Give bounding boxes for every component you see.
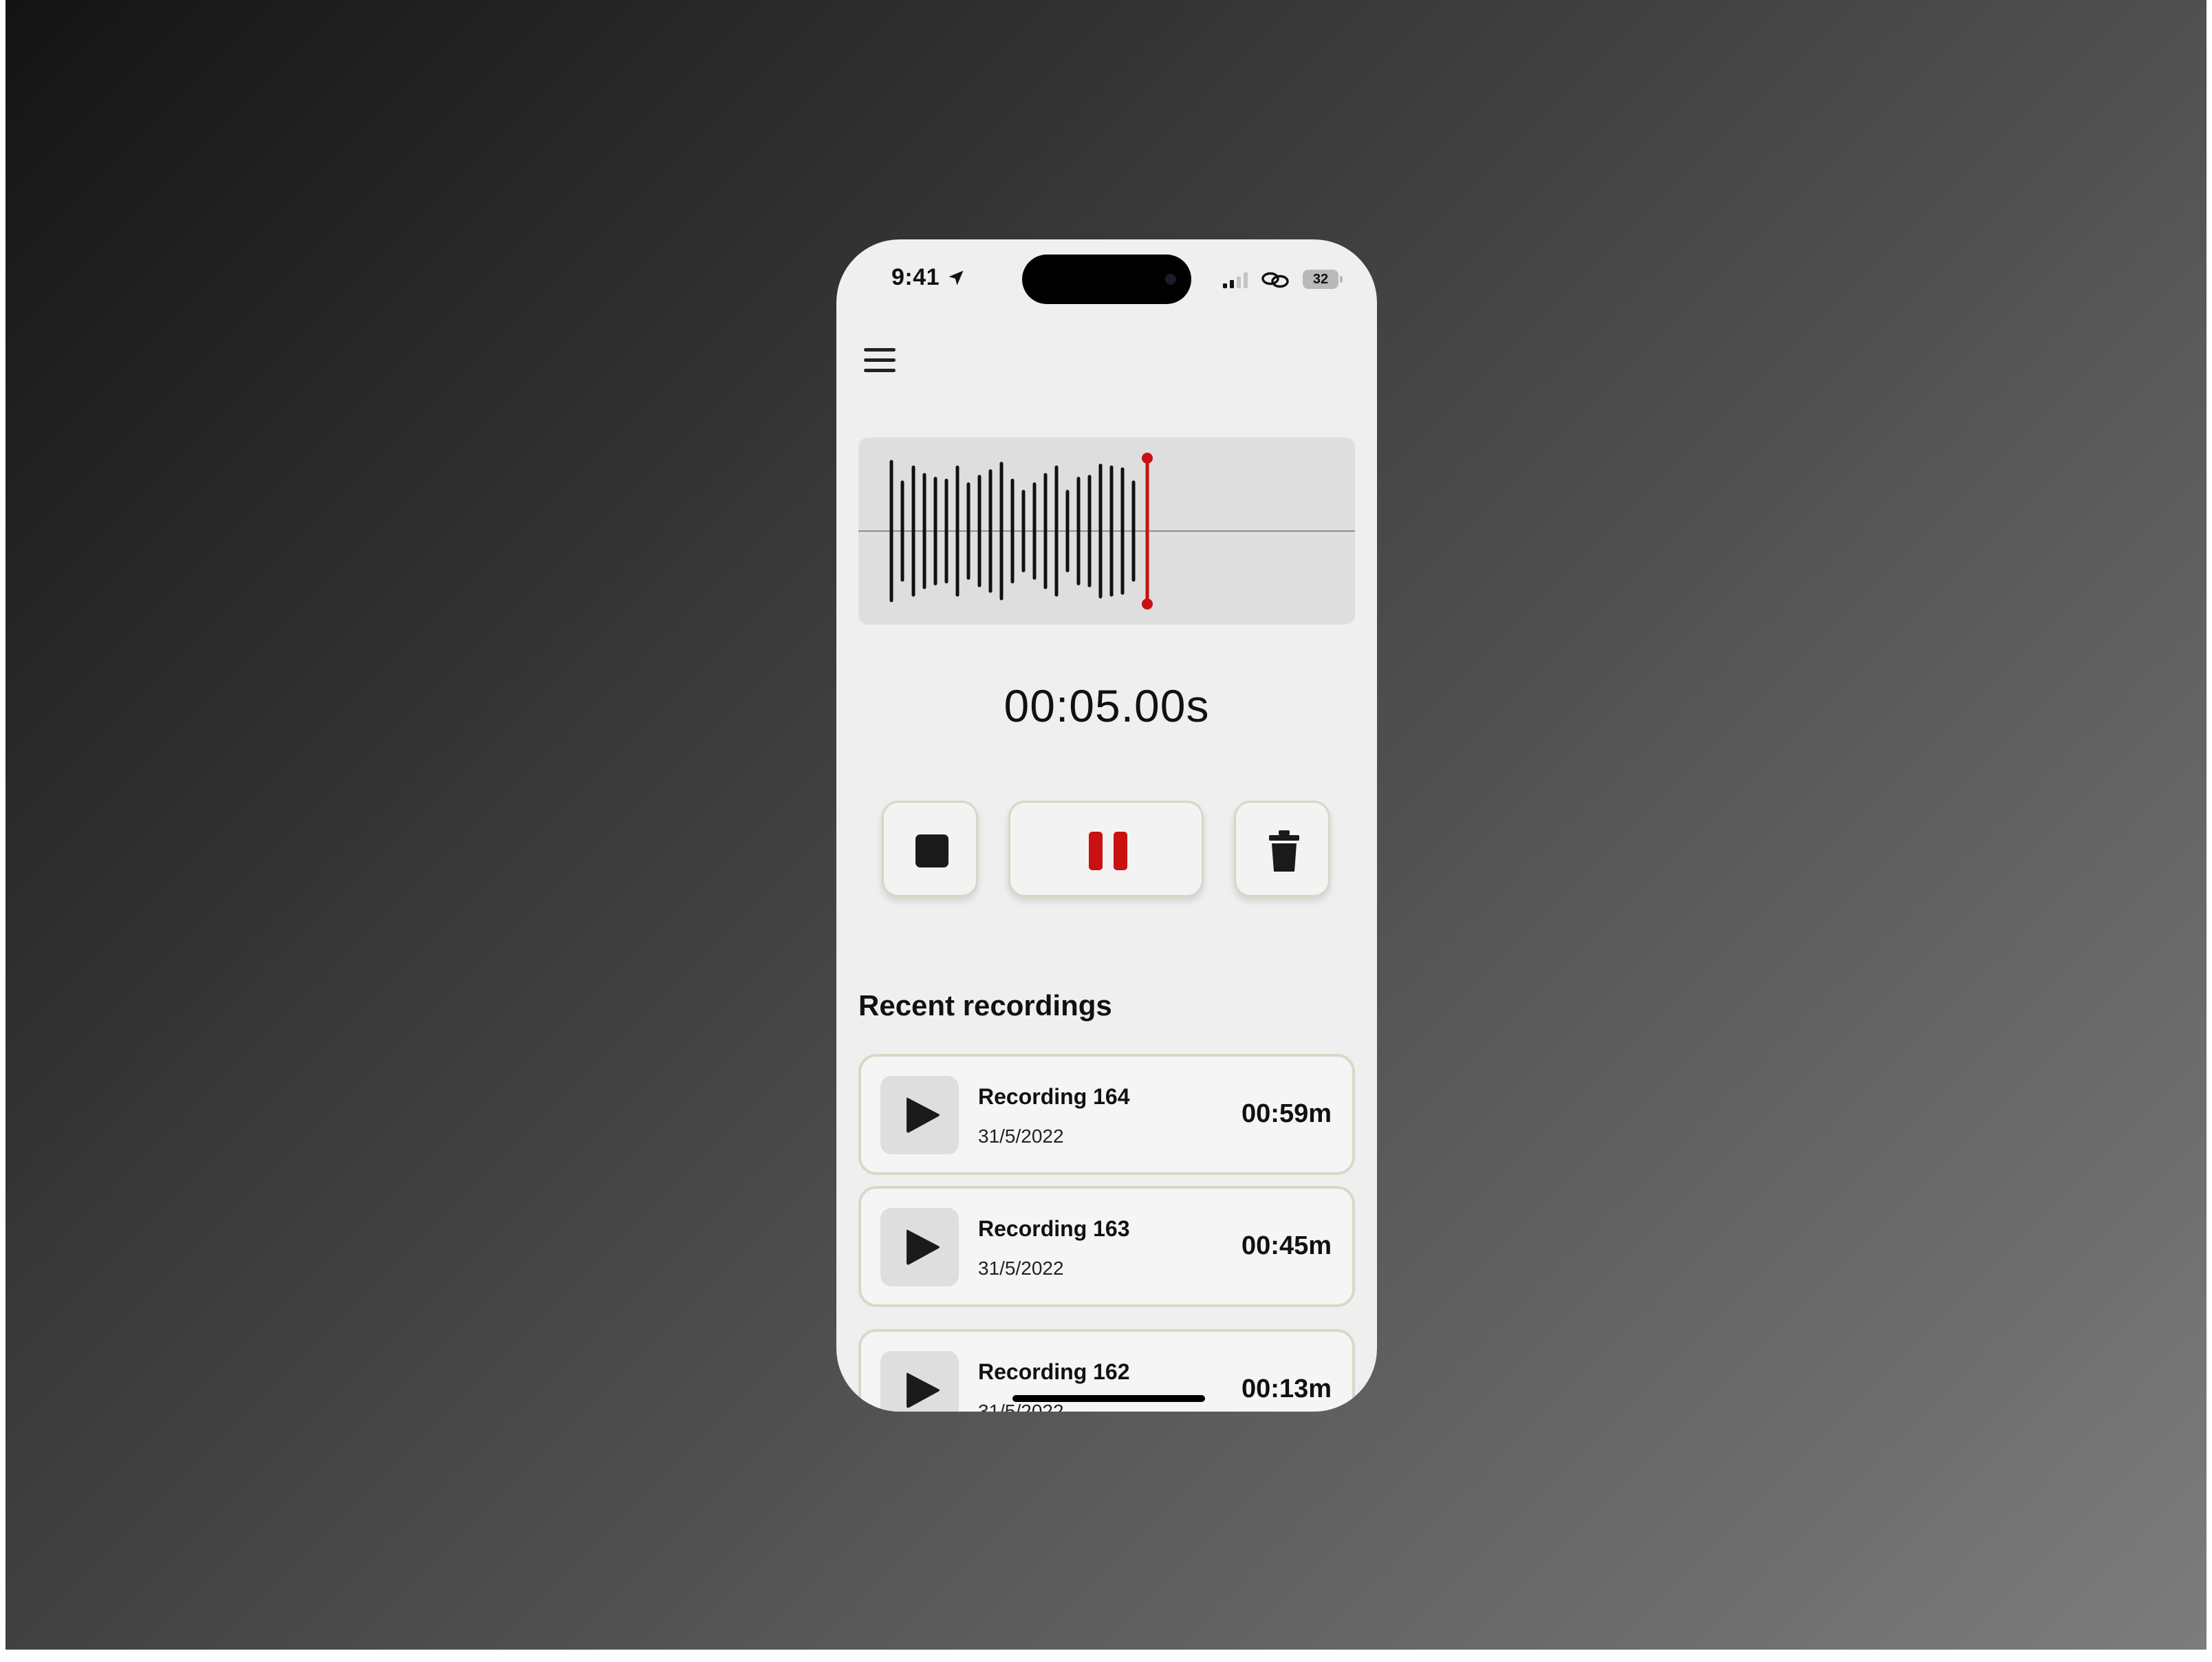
hamburger-menu-icon[interactable] bbox=[861, 345, 898, 376]
waveform-bar bbox=[1087, 475, 1092, 587]
pause-button[interactable] bbox=[1008, 801, 1204, 897]
waveform-bar bbox=[999, 462, 1004, 601]
pause-icon bbox=[1089, 832, 1127, 870]
waveform-display bbox=[858, 438, 1355, 625]
waveform-bar bbox=[977, 475, 982, 587]
recording-duration: 00:59m bbox=[1241, 1099, 1332, 1128]
waveform-bar bbox=[1076, 477, 1081, 585]
trash-icon bbox=[1269, 830, 1299, 872]
waveform-bar bbox=[1010, 478, 1015, 584]
stop-icon bbox=[915, 834, 948, 867]
recording-name: Recording 162 bbox=[978, 1359, 1130, 1384]
recording-date: 31/5/2022 bbox=[978, 1258, 1064, 1279]
recording-date: 31/5/2022 bbox=[978, 1401, 1064, 1412]
play-button[interactable] bbox=[880, 1076, 959, 1154]
recording-duration: 00:45m bbox=[1241, 1231, 1332, 1260]
waveform-bar bbox=[1098, 464, 1103, 598]
play-icon bbox=[907, 1097, 940, 1133]
recording-duration: 00:13m bbox=[1241, 1374, 1332, 1403]
stop-button[interactable] bbox=[882, 801, 978, 897]
recording-card[interactable]: Recording 164 31/5/2022 00:59m bbox=[858, 1054, 1355, 1175]
camera-dot bbox=[1165, 274, 1176, 285]
link-icon bbox=[1261, 272, 1289, 288]
waveform-bar bbox=[988, 469, 993, 593]
waveform-bar bbox=[1043, 473, 1048, 590]
recent-recordings-title: Recent recordings bbox=[858, 989, 1112, 1022]
phone-screen: 9:41 32 00:05.00s Recent recordings Reco… bbox=[836, 239, 1377, 1412]
waveform-bar bbox=[955, 465, 959, 597]
recording-card[interactable]: Recording 163 31/5/2022 00:45m bbox=[858, 1186, 1355, 1307]
waveform-bar bbox=[889, 460, 893, 603]
waveform-bar bbox=[1131, 480, 1136, 582]
play-icon bbox=[907, 1372, 940, 1408]
delete-button[interactable] bbox=[1234, 801, 1330, 897]
battery-indicator: 32 bbox=[1303, 270, 1338, 289]
waveform-bar bbox=[1032, 482, 1037, 580]
waveform-bar bbox=[1120, 467, 1125, 595]
playhead-line bbox=[1145, 458, 1149, 604]
waveform-bar bbox=[944, 478, 948, 584]
waveform-bar bbox=[1065, 490, 1070, 572]
waveform-bar bbox=[933, 477, 937, 585]
recording-date: 31/5/2022 bbox=[978, 1125, 1064, 1147]
battery-tip bbox=[1340, 276, 1343, 283]
play-button[interactable] bbox=[880, 1208, 959, 1286]
waveform-bar bbox=[911, 465, 915, 597]
waveform-bar bbox=[900, 480, 904, 582]
recording-name: Recording 164 bbox=[978, 1084, 1130, 1109]
waveform-canvas bbox=[858, 453, 1355, 609]
location-arrow-icon bbox=[948, 270, 964, 285]
home-indicator bbox=[1012, 1395, 1205, 1402]
elapsed-timer: 00:05.00s bbox=[1004, 680, 1210, 731]
recording-name: Recording 163 bbox=[978, 1216, 1130, 1241]
play-button[interactable] bbox=[880, 1351, 959, 1412]
waveform-bar bbox=[922, 473, 926, 590]
cellular-signal-icon bbox=[1223, 272, 1248, 288]
play-icon bbox=[907, 1229, 940, 1265]
playhead-handle[interactable] bbox=[1142, 453, 1153, 464]
waveform-bar bbox=[1109, 465, 1114, 597]
dynamic-island bbox=[1022, 255, 1191, 304]
status-time: 9:41 bbox=[891, 264, 940, 290]
waveform-bar bbox=[1021, 490, 1026, 572]
waveform-bar bbox=[1054, 465, 1059, 597]
playhead-handle[interactable] bbox=[1142, 598, 1153, 609]
waveform-bar bbox=[966, 482, 971, 580]
